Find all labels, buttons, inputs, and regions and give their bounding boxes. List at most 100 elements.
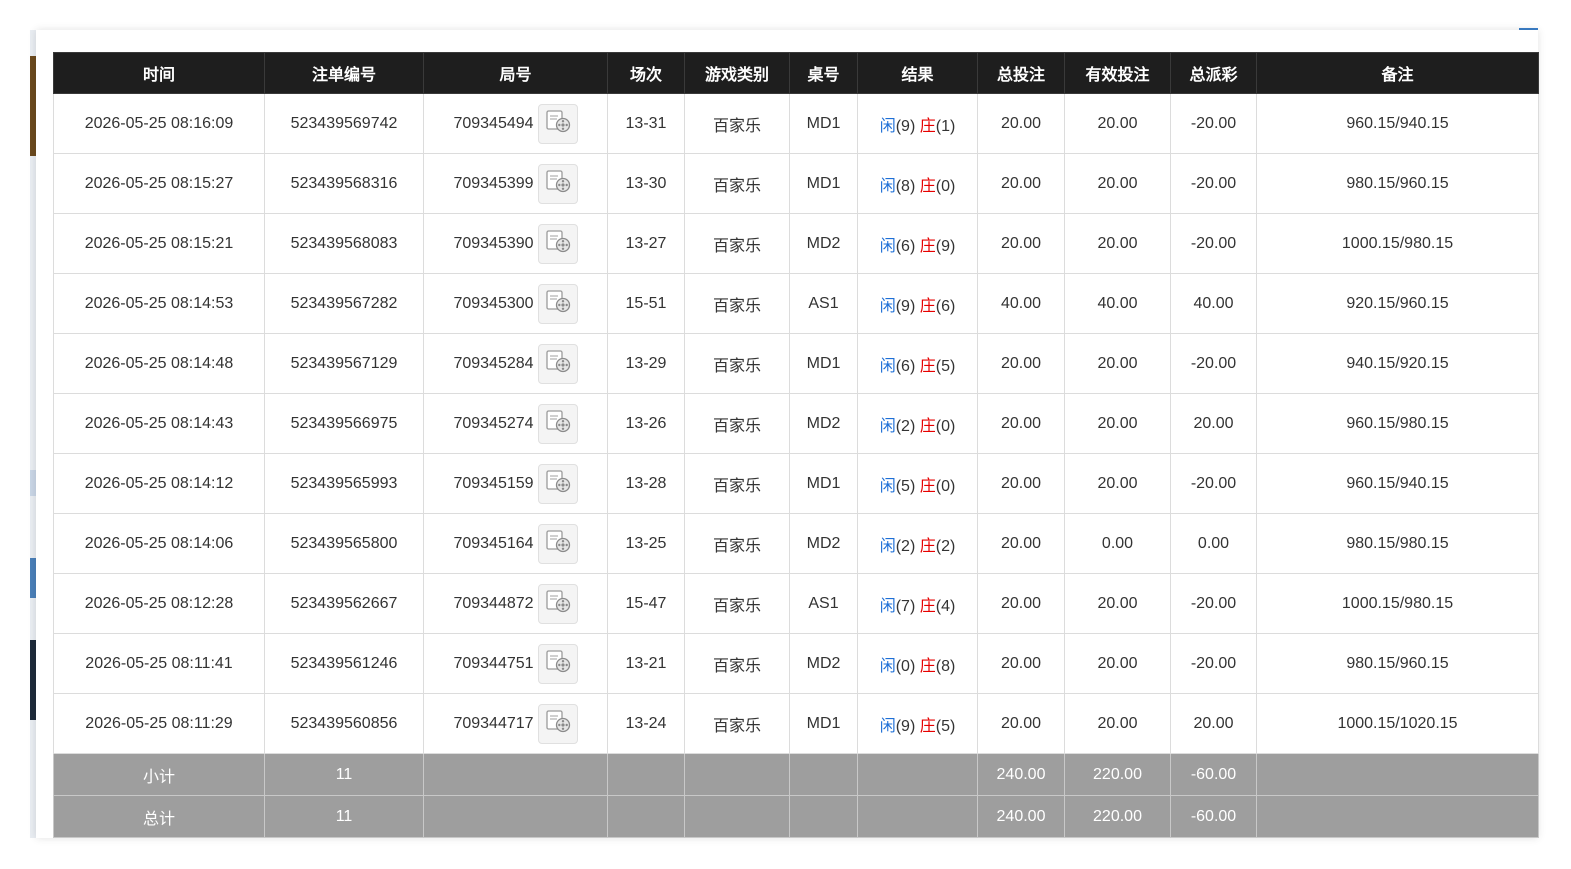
video-replay-button[interactable] xyxy=(537,283,578,324)
result-banker-score: 0 xyxy=(941,177,950,195)
round-wrap: 709345159 xyxy=(453,463,578,504)
grandtotal-row: 总计 11 240.00 220.00 -60.00 xyxy=(53,795,1539,838)
cell-time: 2026-05-25 08:14:53 xyxy=(53,273,265,334)
result-player-score: 9 xyxy=(901,117,910,135)
cell-note: 960.15/940.15 xyxy=(1256,93,1539,154)
cell-result: 闲(9) 庄(1) xyxy=(857,93,978,154)
cell-round: 709345399 xyxy=(423,153,608,214)
round-wrap: 709345390 xyxy=(453,223,578,264)
round-wrap: 709345399 xyxy=(453,163,578,204)
cell-game-type: 百家乐 xyxy=(684,633,790,694)
cell-note: 980.15/980.15 xyxy=(1256,513,1539,574)
subtotal-row: 小计 11 240.00 220.00 -60.00 xyxy=(53,753,1539,796)
cell-session: 13-28 xyxy=(607,453,685,514)
video-replay-button[interactable] xyxy=(537,523,578,564)
video-replay-button[interactable] xyxy=(537,223,578,264)
cell-session: 15-51 xyxy=(607,273,685,334)
result-banker-label: 庄 xyxy=(919,237,936,255)
cell-game-type: 百家乐 xyxy=(684,213,790,274)
header-table: 桌号 xyxy=(789,52,858,94)
result-banker-score: 2 xyxy=(941,537,950,555)
result-player-label: 闲 xyxy=(879,597,896,615)
cell-session: 13-24 xyxy=(607,693,685,754)
video-replay-button[interactable] xyxy=(537,643,578,684)
cell-note: 1000.15/980.15 xyxy=(1256,573,1539,634)
result-banker-label: 庄 xyxy=(919,477,936,495)
result-banker-score: 0 xyxy=(941,417,950,435)
video-replay-icon xyxy=(545,649,571,678)
result-player-score: 9 xyxy=(901,297,910,315)
result-player-score: 8 xyxy=(901,177,910,195)
result-player-score: 6 xyxy=(901,237,910,255)
cell-bet-id: 523439568316 xyxy=(264,153,424,214)
result-player-label: 闲 xyxy=(879,117,896,135)
table-body: 2026-05-25 08:16:09 523439569742 709345494… xyxy=(53,93,1539,754)
round-number: 709345159 xyxy=(453,474,534,492)
video-replay-button[interactable] xyxy=(537,463,578,504)
cell-payout: -20.00 xyxy=(1170,153,1257,214)
video-replay-button[interactable] xyxy=(537,403,578,444)
video-replay-button[interactable] xyxy=(537,103,578,144)
video-replay-icon xyxy=(545,709,571,738)
table-row: 2026-05-25 08:14:53 523439567282 709345300… xyxy=(53,273,1539,334)
cell-round: 709344751 xyxy=(423,633,608,694)
video-replay-button[interactable] xyxy=(537,703,578,744)
cell-time: 2026-05-25 08:14:12 xyxy=(53,453,265,514)
round-wrap: 709345494 xyxy=(453,103,578,144)
cell-valid-bet: 0.00 xyxy=(1064,513,1171,574)
cell-time: 2026-05-25 08:11:41 xyxy=(53,633,265,694)
cell-table: MD1 xyxy=(789,453,858,514)
subtotal-label: 小计 xyxy=(53,753,265,796)
cell-total-bet: 20.00 xyxy=(977,153,1065,214)
header-result: 结果 xyxy=(857,52,978,94)
grandtotal-payout: -60.00 xyxy=(1170,795,1257,838)
cell-session: 13-26 xyxy=(607,393,685,454)
cell-valid-bet: 20.00 xyxy=(1064,153,1171,214)
cell-note: 960.15/940.15 xyxy=(1256,453,1539,514)
cell-table: MD2 xyxy=(789,633,858,694)
result-banker-label: 庄 xyxy=(919,417,936,435)
cell-round: 709344717 xyxy=(423,693,608,754)
cell-session: 13-29 xyxy=(607,333,685,394)
round-number: 709345274 xyxy=(453,414,534,432)
video-replay-button[interactable] xyxy=(537,163,578,204)
result-banker-score: 0 xyxy=(941,477,950,495)
cell-result: 闲(7) 庄(4) xyxy=(857,573,978,634)
cell-note: 980.15/960.15 xyxy=(1256,153,1539,214)
result-player-score: 6 xyxy=(901,357,910,375)
cell-time: 2026-05-25 08:12:28 xyxy=(53,573,265,634)
cell-round: 709345300 xyxy=(423,273,608,334)
video-replay-icon xyxy=(545,229,571,258)
round-wrap: 709344751 xyxy=(453,643,578,684)
result-player-label: 闲 xyxy=(879,357,896,375)
cell-note: 1000.15/1020.15 xyxy=(1256,693,1539,754)
result-banker-score: 9 xyxy=(941,237,950,255)
video-replay-icon xyxy=(545,409,571,438)
cell-payout: -20.00 xyxy=(1170,573,1257,634)
cell-bet-id: 523439569742 xyxy=(264,93,424,154)
cell-game-type: 百家乐 xyxy=(684,513,790,574)
cell-bet-id: 523439565800 xyxy=(264,513,424,574)
result-banker-label: 庄 xyxy=(919,537,936,555)
result-player-label: 闲 xyxy=(879,537,896,555)
cell-result: 闲(0) 庄(8) xyxy=(857,633,978,694)
cell-bet-id: 523439567282 xyxy=(264,273,424,334)
result-player-score: 9 xyxy=(901,717,910,735)
subtotal-payout: -60.00 xyxy=(1170,753,1257,796)
header-time: 时间 xyxy=(53,52,265,94)
cell-result: 闲(9) 庄(5) xyxy=(857,693,978,754)
header-session: 场次 xyxy=(607,52,685,94)
subtotal-count: 11 xyxy=(264,753,424,796)
video-replay-button[interactable] xyxy=(537,583,578,624)
result-banker-score: 4 xyxy=(941,597,950,615)
cell-time: 2026-05-25 08:15:27 xyxy=(53,153,265,214)
header-bet-id: 注单编号 xyxy=(264,52,424,94)
cell-game-type: 百家乐 xyxy=(684,693,790,754)
result-banker-label: 庄 xyxy=(919,717,936,735)
cell-payout: -20.00 xyxy=(1170,213,1257,274)
cell-payout: 20.00 xyxy=(1170,393,1257,454)
video-replay-icon xyxy=(545,109,571,138)
cell-session: 13-27 xyxy=(607,213,685,274)
video-replay-button[interactable] xyxy=(537,343,578,384)
cell-round: 709345390 xyxy=(423,213,608,274)
